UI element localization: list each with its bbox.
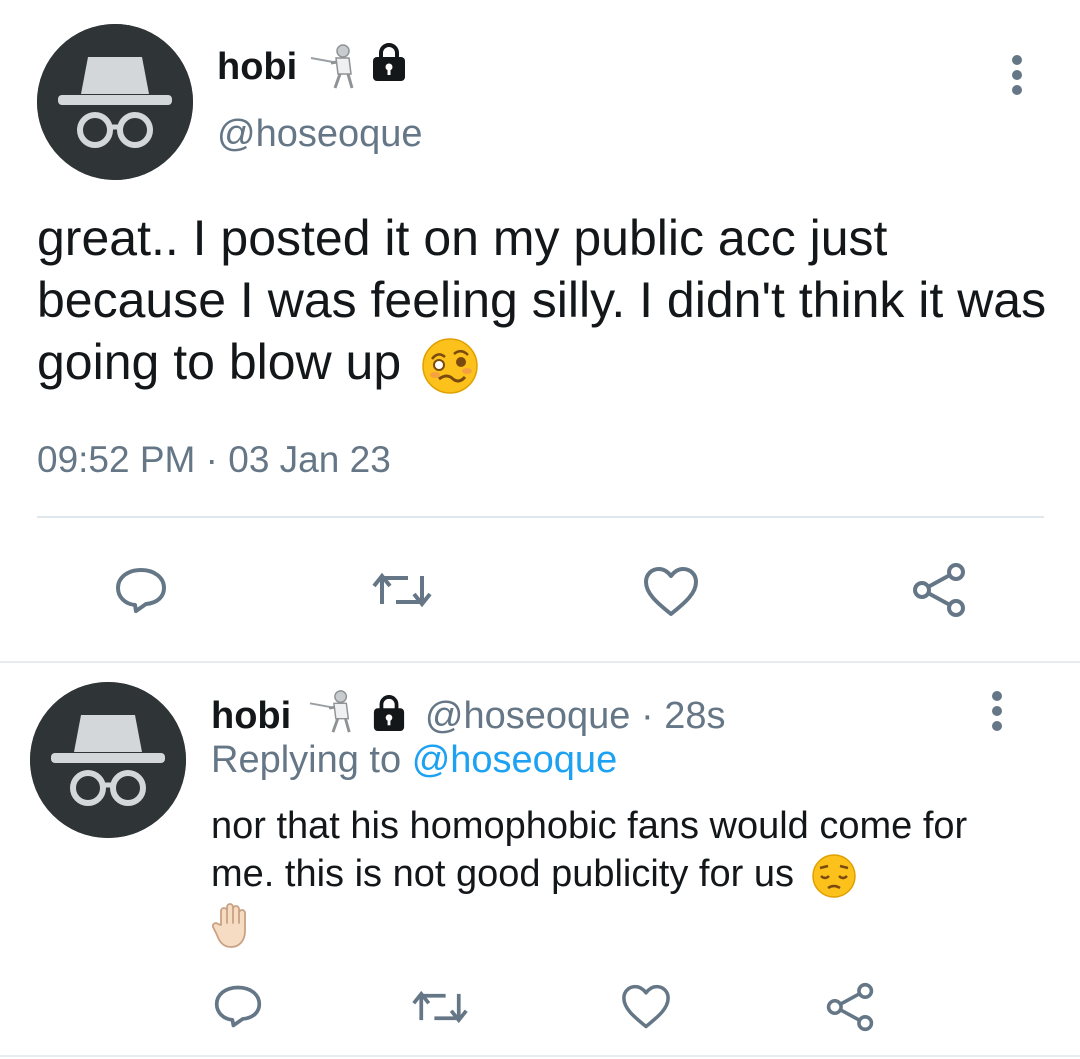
tweet-separator — [0, 661, 1080, 663]
lock-icon — [371, 42, 407, 82]
bottom-divider — [0, 1055, 1080, 1057]
incognito-icon — [30, 682, 186, 838]
tweet-text: great.. I posted it on my public acc jus… — [37, 207, 1047, 395]
reply-text: nor that his homophobic fans would come … — [211, 802, 1011, 949]
handle[interactable]: @hoseoque — [425, 695, 631, 737]
reply-icon[interactable] — [213, 983, 263, 1029]
replying-handle-link[interactable]: @hoseoque — [412, 739, 618, 781]
woozy-face-emoji — [421, 337, 479, 395]
lock-icon — [372, 694, 406, 732]
avatar[interactable] — [30, 682, 186, 838]
divider — [37, 516, 1044, 518]
like-icon[interactable] — [620, 984, 672, 1030]
share-icon[interactable] — [910, 562, 968, 618]
time-ago[interactable]: 28s — [664, 695, 725, 737]
fencer-emoji — [308, 688, 356, 734]
avatar[interactable] — [37, 24, 193, 180]
share-icon[interactable] — [824, 982, 876, 1032]
timestamp[interactable]: 09:52 PM · 03 Jan 23 — [37, 438, 391, 482]
incognito-icon — [37, 24, 193, 180]
retweet-icon[interactable] — [410, 986, 470, 1028]
reply-icon[interactable] — [114, 566, 168, 614]
more-vertical-icon[interactable] — [1006, 52, 1028, 100]
pensive-face-emoji — [811, 853, 857, 899]
fencer-emoji — [309, 42, 359, 90]
separator-dot: · — [640, 695, 654, 737]
raised-hand-emoji — [211, 901, 257, 949]
handle[interactable]: @hoseoque — [217, 112, 423, 156]
like-icon[interactable] — [642, 566, 700, 618]
replying-to: Replying to @hoseoque — [211, 736, 617, 784]
display-name[interactable]: hobi — [217, 45, 297, 89]
more-vertical-icon[interactable] — [986, 688, 1008, 736]
display-name[interactable]: hobi — [211, 695, 291, 737]
retweet-icon[interactable] — [370, 568, 434, 612]
replying-prefix: Replying to — [211, 739, 402, 781]
tweet-text-content: great.. I posted it on my public acc jus… — [37, 210, 1047, 390]
reply-header: hobi @hoseoque · 28s — [211, 688, 725, 737]
